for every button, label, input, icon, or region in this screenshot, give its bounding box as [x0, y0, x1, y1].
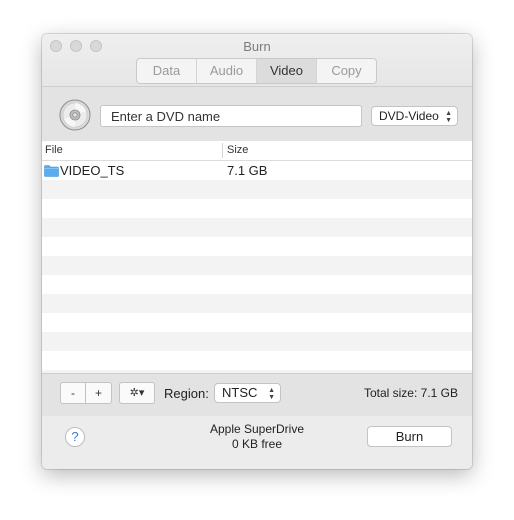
burn-button[interactable]: Burn	[367, 426, 452, 447]
title-bar: Burn Data Audio Video Copy	[42, 34, 472, 87]
add-remove-segment: - +	[60, 382, 112, 404]
region-label: Region:	[164, 386, 209, 401]
burn-footer: ? Apple SuperDrive 0 KB free Burn	[42, 416, 472, 469]
drive-name: Apple SuperDrive	[209, 422, 305, 436]
tab-copy[interactable]: Copy	[317, 59, 376, 83]
region-select[interactable]: NTSC ▲ ▼	[214, 383, 281, 403]
list-item	[42, 199, 472, 218]
help-icon: ?	[71, 429, 79, 444]
list-item	[42, 180, 472, 199]
format-select-value: DVD-Video	[379, 109, 439, 123]
options-bar: - + ✲▾ Region: NTSC ▲ ▼ Total size: 7.1 G…	[42, 373, 472, 416]
burn-window: Burn Data Audio Video Copy DVD-Video ▲▼ …	[42, 34, 472, 469]
list-item	[42, 218, 472, 237]
file-list[interactable]: File Size VIDEO_TS 7.1 GB	[42, 141, 472, 373]
file-size: 7.1 GB	[227, 163, 268, 178]
folder-icon	[44, 165, 59, 177]
tab-bar: Data Audio Video Copy	[136, 58, 377, 84]
total-size: Total size: 7.1 GB	[363, 386, 458, 400]
list-item	[42, 237, 472, 256]
table-row[interactable]: VIDEO_TS 7.1 GB	[42, 161, 472, 180]
dvd-name-input[interactable]	[100, 105, 362, 127]
list-item	[42, 332, 472, 351]
format-select[interactable]: DVD-Video ▲ ▼	[371, 106, 458, 126]
file-rows: VIDEO_TS 7.1 GB	[42, 161, 472, 373]
drive-free-space: 0 KB free	[231, 437, 283, 451]
list-item	[42, 351, 472, 370]
list-item	[42, 313, 472, 332]
tab-video[interactable]: Video	[257, 59, 317, 83]
list-item	[42, 294, 472, 313]
column-header-file[interactable]: File	[45, 141, 63, 160]
tab-data[interactable]: Data	[137, 59, 197, 83]
disc-icon	[59, 99, 91, 131]
help-button[interactable]: ?	[65, 427, 85, 447]
remove-button[interactable]: -	[61, 383, 86, 403]
column-divider	[222, 143, 223, 158]
select-arrows-icon: ▲ ▼	[268, 387, 275, 401]
file-name: VIDEO_TS	[60, 163, 125, 178]
list-item	[42, 256, 472, 275]
select-arrows-icon: ▲ ▼	[445, 110, 452, 124]
add-button[interactable]: +	[86, 383, 111, 403]
gear-icon: ✲▾	[129, 387, 145, 399]
list-item	[42, 275, 472, 294]
list-header: File Size	[42, 141, 472, 161]
column-header-size[interactable]: Size	[227, 141, 248, 160]
region-select-value: NTSC	[222, 385, 258, 400]
disc-name-bar: DVD-Video ▲▼	[42, 87, 472, 141]
action-menu-button[interactable]: ✲▾	[119, 382, 155, 404]
window-title: Burn	[243, 39, 271, 54]
tab-audio[interactable]: Audio	[197, 59, 257, 83]
